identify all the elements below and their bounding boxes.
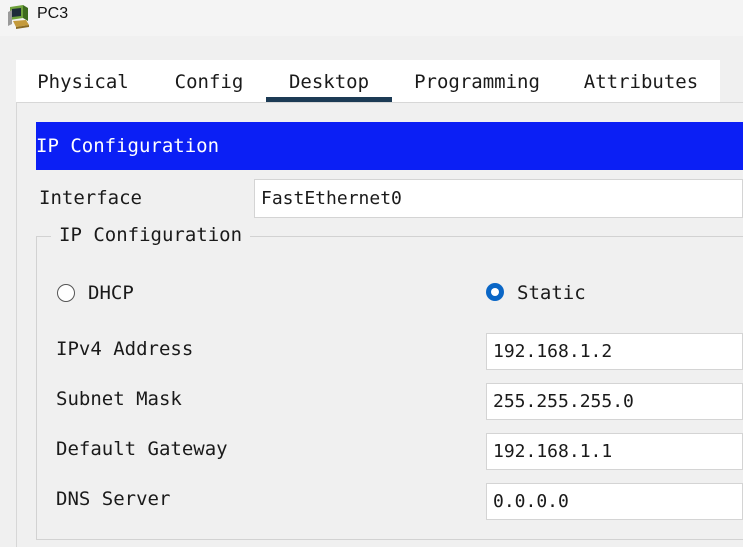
ip-configuration-legend: IP Configuration (51, 224, 251, 246)
subnet-mask-label: Subnet Mask (56, 388, 182, 410)
tab-attributes[interactable]: Attributes (574, 60, 708, 102)
ipv4-address-field[interactable] (486, 333, 743, 370)
window-title: PC3 (37, 5, 69, 22)
dns-server-field[interactable] (486, 483, 743, 520)
title-bar (0, 0, 743, 36)
interface-field[interactable] (254, 179, 743, 218)
ipv4-address-label: IPv4 Address (56, 338, 194, 360)
tab-programming[interactable]: Programming (404, 60, 550, 102)
dns-server-label: DNS Server (56, 488, 171, 510)
interface-label: Interface (39, 187, 142, 209)
default-gateway-label: Default Gateway (56, 438, 228, 460)
default-gateway-field[interactable] (486, 433, 743, 470)
tab-physical[interactable]: Physical (26, 60, 140, 102)
tab-config[interactable]: Config (156, 60, 262, 102)
subnet-mask-field[interactable] (486, 383, 743, 420)
tab-desktop[interactable]: Desktop (266, 60, 392, 102)
ip-configuration-title: IP Configuration (36, 135, 220, 157)
packet-tracer-pc-icon (6, 4, 32, 30)
dhcp-label[interactable]: DHCP (88, 282, 134, 304)
dhcp-radio[interactable] (57, 284, 75, 302)
static-label[interactable]: Static (517, 282, 586, 304)
static-radio[interactable] (486, 283, 504, 301)
